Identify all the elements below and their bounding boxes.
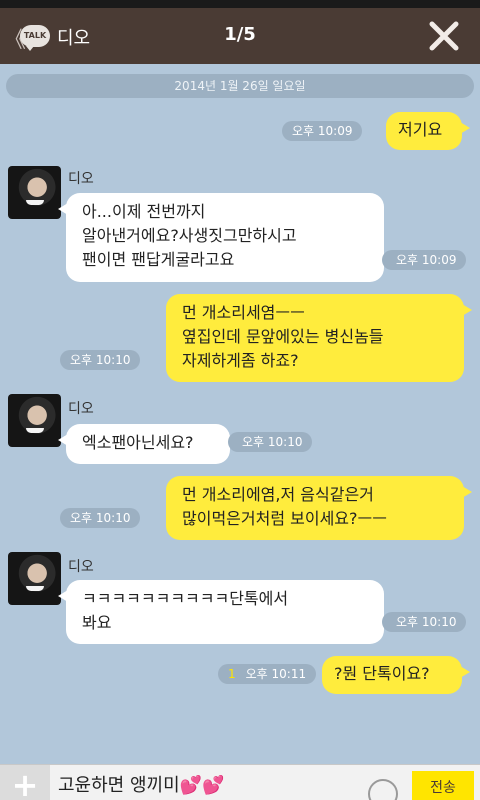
- sender-name: 디오: [68, 401, 94, 417]
- chat-header: 《 TALK 디오 1/5: [0, 8, 480, 64]
- avatar[interactable]: [8, 552, 61, 605]
- sender-name: 디오: [68, 171, 94, 187]
- message-time: 오후 10:10: [60, 350, 141, 370]
- message-line: 아...이제 전번까지: [82, 202, 206, 221]
- incoming-message[interactable]: ㅋㅋㅋㅋㅋㅋㅋㅋㅋㅋ단톡에서 봐요: [58, 580, 384, 644]
- message-line: 자제하게좀 하죠?: [182, 351, 299, 370]
- message-time-group: 1 오후 10:11: [218, 664, 317, 684]
- attach-button[interactable]: +: [0, 765, 50, 800]
- message-time: 오후 10:09: [382, 250, 467, 270]
- page-indicator: 1/5: [224, 24, 256, 45]
- message-line: 팬이면 팬답게굴라고요: [82, 250, 235, 269]
- avatar[interactable]: [8, 166, 61, 219]
- message-text: 저기요: [398, 120, 443, 139]
- message-time: 오후 10:10: [60, 508, 141, 528]
- message-text: 엑소팬아닌세요?: [82, 433, 194, 452]
- message-time: 오후 10:09: [282, 121, 363, 141]
- send-button[interactable]: 전송: [412, 771, 474, 800]
- message-line: 먼 개소리에염,저 음식같은거: [182, 485, 374, 504]
- message-line: 옆집인데 문앞에있는 병신놈들: [182, 327, 384, 346]
- emoticon-icon[interactable]: [368, 779, 398, 800]
- unread-count: 1: [228, 667, 236, 681]
- outgoing-message[interactable]: ?뭔 단톡이요?: [322, 656, 470, 694]
- avatar[interactable]: [8, 394, 61, 447]
- outgoing-message[interactable]: 먼 개소리에염,저 음식같은거 많이먹은거처럼 보이세요?ㅡㅡ: [166, 476, 472, 540]
- status-bar: [0, 0, 480, 8]
- outgoing-message[interactable]: 먼 개소리세염ㅡㅡ 옆집인데 문앞에있는 병신놈들 자제하게좀 하죠?: [166, 294, 472, 382]
- close-icon[interactable]: [428, 20, 460, 52]
- message-line: 봐요: [82, 613, 112, 632]
- message-time: 오후 10:10: [228, 432, 313, 452]
- message-time: 오후 10:11: [245, 667, 307, 681]
- sender-name: 디오: [68, 559, 94, 575]
- message-line: 알아낸거에요?사생짓그만하시고: [82, 226, 297, 245]
- outgoing-message[interactable]: 저기요: [386, 112, 470, 150]
- message-line: ㅋㅋㅋㅋㅋㅋㅋㅋㅋㅋ단톡에서: [82, 589, 289, 608]
- chat-area[interactable]: 2014년 1월 26일 일요일 오후 10:09 저기요 디오 아...이제 …: [0, 64, 480, 764]
- message-line: 많이먹은거처럼 보이세요?ㅡㅡ: [182, 509, 387, 528]
- date-divider: 2014년 1월 26일 일요일: [6, 74, 474, 98]
- message-time: 오후 10:10: [382, 612, 467, 632]
- message-input-bar: + 고윤하면 앵끼미💕💕 전송: [0, 764, 480, 800]
- incoming-message[interactable]: 아...이제 전번까지 알아낸거에요?사생짓그만하시고 팬이면 팬답게굴라고요: [58, 193, 384, 282]
- incoming-message[interactable]: 엑소팬아닌세요?: [58, 424, 230, 464]
- message-line: 먼 개소리세염ㅡㅡ: [182, 303, 305, 322]
- message-input[interactable]: 고윤하면 앵끼미💕💕: [58, 771, 358, 800]
- message-text: ?뭔 단톡이요?: [334, 664, 430, 683]
